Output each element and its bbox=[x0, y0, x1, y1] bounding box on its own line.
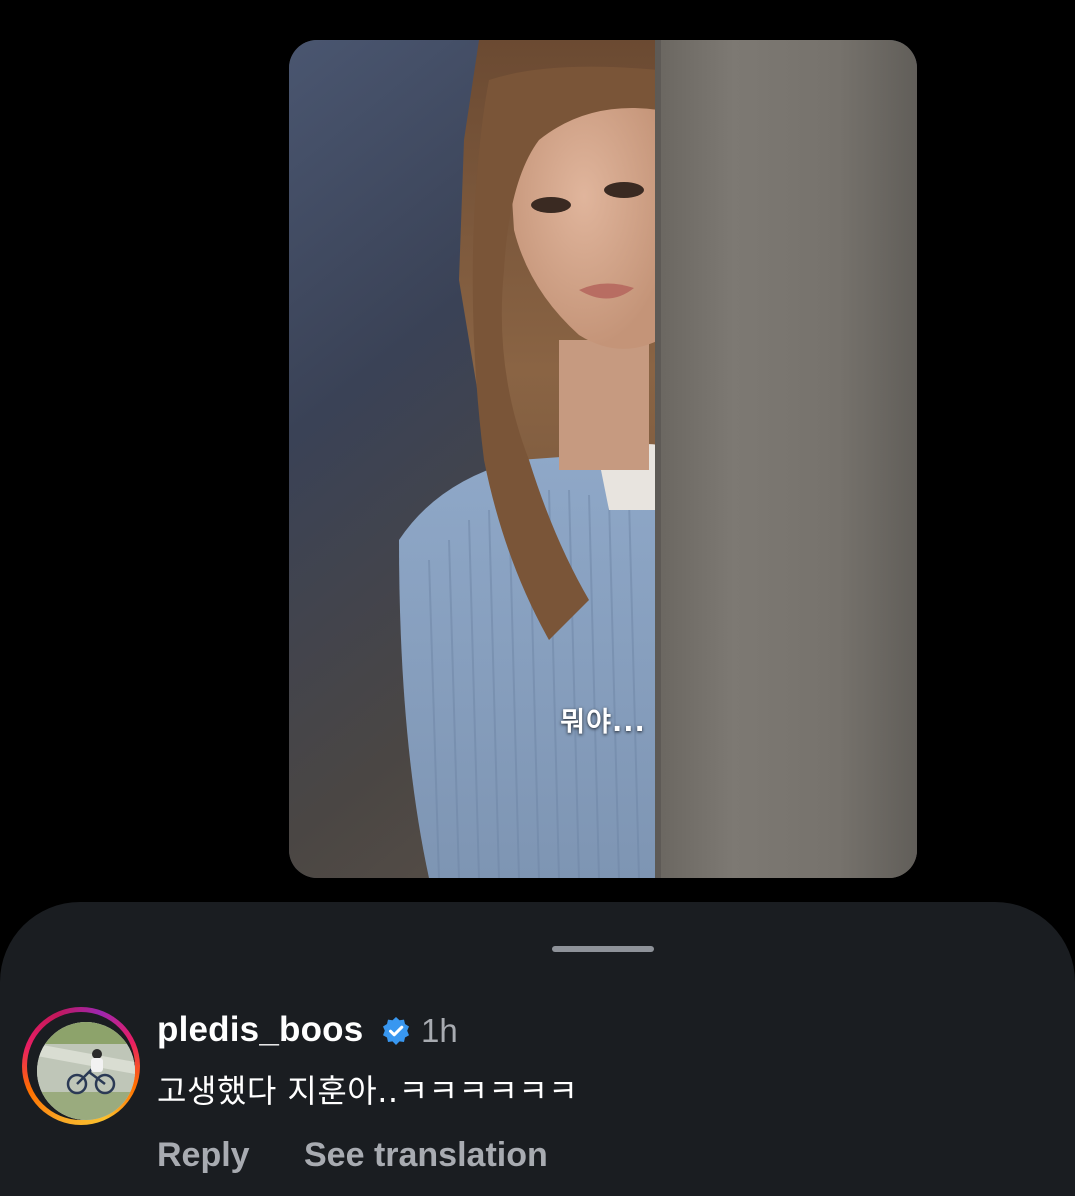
comments-sheet: pledis_boos 1h 고생했다 지훈아..ㅋㅋㅋㅋㅋㅋ Reply Se… bbox=[0, 902, 1075, 1196]
comment-username[interactable]: pledis_boos bbox=[157, 1010, 363, 1050]
avatar[interactable] bbox=[37, 1022, 135, 1120]
screen: 뭐야... pledis_boos 1h 고생했다 지훈아..ㅋㅋㅋㅋㅋㅋ Re… bbox=[0, 0, 1075, 1196]
comment-text: 고생했다 지훈아..ㅋㅋㅋㅋㅋㅋ bbox=[157, 1072, 579, 1110]
media-caption: 뭐야... bbox=[560, 707, 646, 738]
media-preview[interactable]: 뭐야... bbox=[289, 40, 917, 878]
avatar-border bbox=[27, 1012, 135, 1120]
comment-timestamp: 1h bbox=[421, 1012, 458, 1049]
story-ring[interactable] bbox=[22, 1007, 140, 1125]
reply-button[interactable]: Reply bbox=[157, 1136, 250, 1175]
verified-badge-icon bbox=[383, 1017, 409, 1045]
photo-media bbox=[289, 40, 917, 878]
see-translation-button[interactable]: See translation bbox=[304, 1136, 548, 1175]
sheet-drag-handle[interactable] bbox=[552, 946, 654, 952]
avatar-image bbox=[37, 1022, 135, 1120]
